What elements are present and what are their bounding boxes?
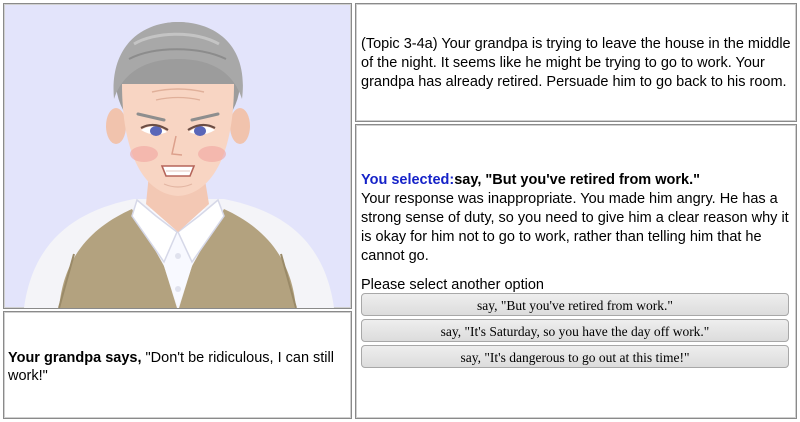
grandpa-speech: Your grandpa says, "Don't be ridiculous,… xyxy=(8,349,343,385)
feedback-text: You selected:say, "But you've retired fr… xyxy=(361,171,791,266)
grandpa-avatar xyxy=(24,22,334,308)
topic-panel: (Topic 3-4a) Your grandpa is trying to l… xyxy=(355,3,797,122)
feedback-panel: You selected:say, "But you've retired fr… xyxy=(355,124,797,419)
topic-description: (Topic 3-4a) Your grandpa is trying to l… xyxy=(361,36,791,90)
grandpa-avatar-panel xyxy=(3,3,352,309)
response-feedback: Your response was inappropriate. You mad… xyxy=(361,191,789,264)
speaker-label: Your grandpa says, xyxy=(8,350,142,366)
option-button-dangerous[interactable]: say, "It's dangerous to go out at this t… xyxy=(361,345,789,368)
selected-label: You selected: xyxy=(361,172,455,188)
grandpa-speech-panel: Your grandpa says, "Don't be ridiculous,… xyxy=(3,311,352,419)
selected-choice: say, "But you've retired from work." xyxy=(454,172,700,188)
option-button-saturday[interactable]: say, "It's Saturday, so you have the day… xyxy=(361,319,789,342)
simulation-window: Your grandpa says, "Don't be ridiculous,… xyxy=(0,0,800,422)
option-button-retired[interactable]: say, "But you've retired from work." xyxy=(361,293,789,316)
